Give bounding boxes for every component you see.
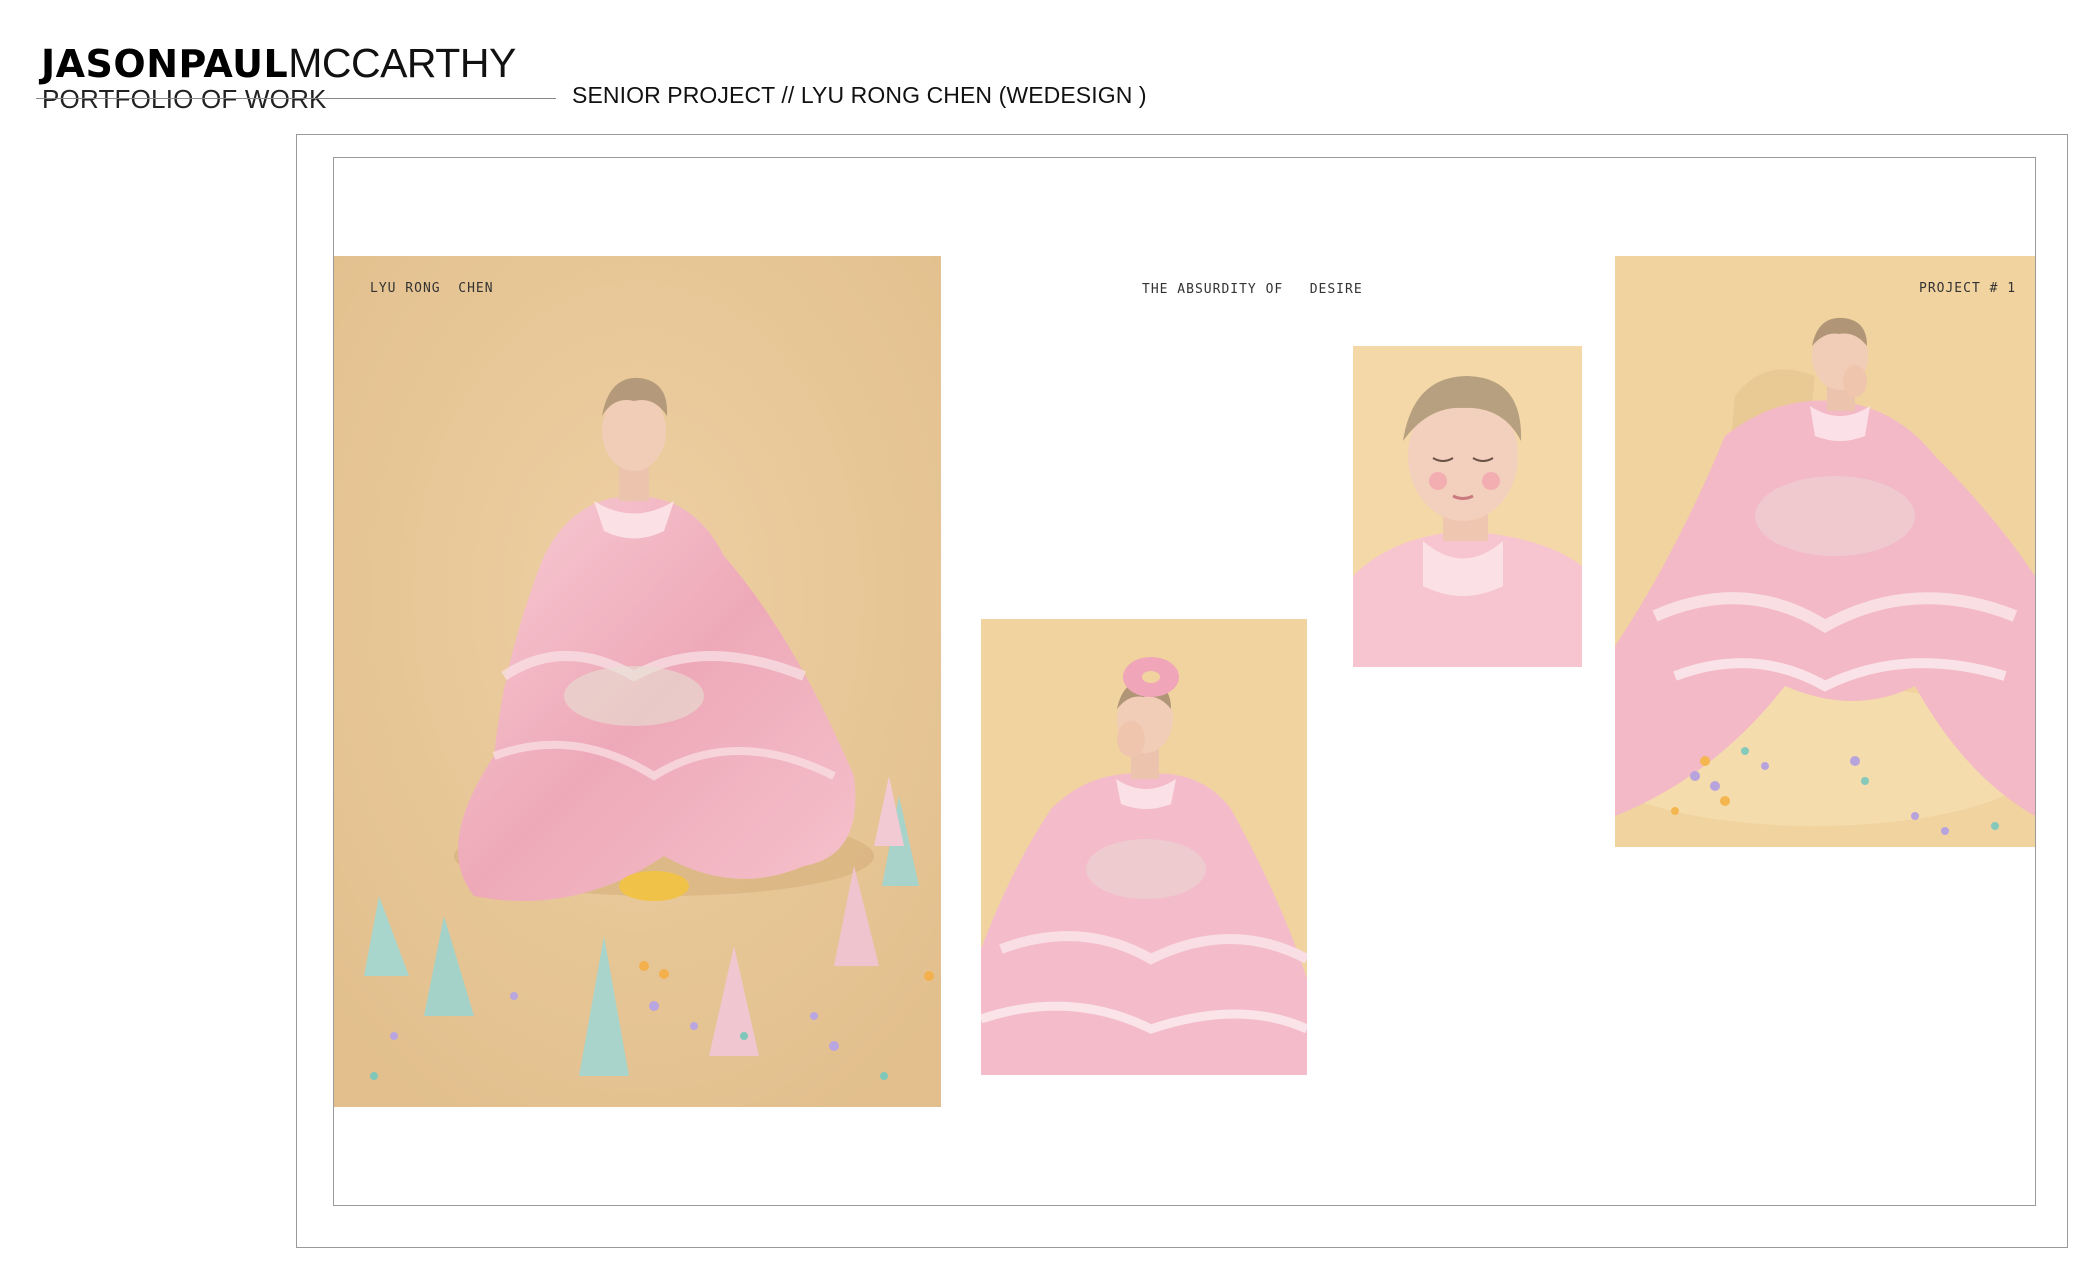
caption-collection: THE ABSURDITY OF DESIRE [1142,282,1363,297]
fashion-photo-closeup [1353,346,1582,667]
brand-name-bold: JASONPAUL [41,42,289,86]
header-divider [36,98,556,99]
fashion-photo-eating [1615,256,2035,847]
project-title: SENIOR PROJECT // LYU RONG CHEN (WEDESIG… [572,82,1147,108]
fashion-photo-donut [981,619,1307,1075]
caption-project-number: PROJECT # 1 [1919,281,2017,296]
portfolio-subtitle: PORTFOLIO OF WORK [42,84,327,114]
fashion-photo-seated [334,256,941,1107]
portfolio-brand: JASONPAULMCCARTHY [41,40,516,86]
caption-designer: LYU RONG CHEN [370,281,494,296]
brand-name-light: MCCARTHY [288,40,516,86]
